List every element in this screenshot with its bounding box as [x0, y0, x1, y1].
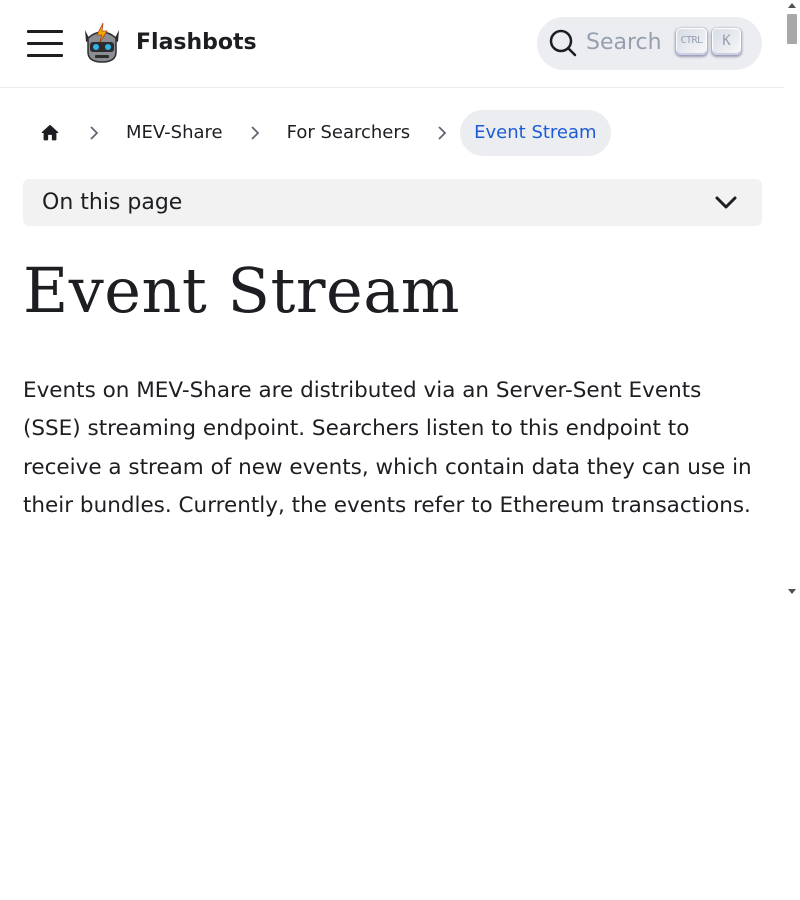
search-icon: [547, 27, 579, 59]
breadcrumb-item-for-searchers[interactable]: For Searchers: [273, 110, 425, 156]
search-button[interactable]: Search CTRL K: [537, 17, 762, 70]
site-title[interactable]: Flashbots: [136, 28, 257, 58]
chevron-right-icon: [237, 110, 273, 156]
chevron-right-icon: [76, 110, 112, 156]
breadcrumb-item-event-stream[interactable]: Event Stream: [460, 110, 611, 156]
flashbots-logo-icon[interactable]: [82, 22, 122, 64]
page-viewport: Flashbots Search CTRL K MEV-Share For Se…: [0, 0, 800, 600]
chevron-down-icon: [713, 190, 739, 216]
menu-icon[interactable]: [26, 26, 64, 60]
breadcrumb-item-mev-share[interactable]: MEV-Share: [112, 110, 237, 156]
on-this-page-toggle[interactable]: On this page: [23, 179, 762, 226]
breadcrumb-home[interactable]: [24, 110, 76, 156]
navbar: Flashbots Search CTRL K: [0, 0, 784, 88]
page-title: Event Stream: [23, 254, 461, 327]
home-icon: [41, 125, 59, 141]
scrollbar[interactable]: [784, 0, 800, 600]
scroll-thumb[interactable]: [787, 14, 797, 44]
scroll-down-icon[interactable]: [788, 589, 796, 594]
search-placeholder: Search: [586, 30, 662, 55]
ctrl-key: CTRL: [676, 28, 707, 55]
chevron-right-icon: [424, 110, 460, 156]
scroll-up-icon[interactable]: [788, 3, 796, 8]
k-key: K: [712, 28, 741, 55]
breadcrumb: MEV-Share For Searchers Event Stream: [24, 110, 611, 156]
toc-label: On this page: [42, 190, 183, 215]
intro-paragraph: Events on MEV-Share are distributed via …: [23, 378, 752, 518]
